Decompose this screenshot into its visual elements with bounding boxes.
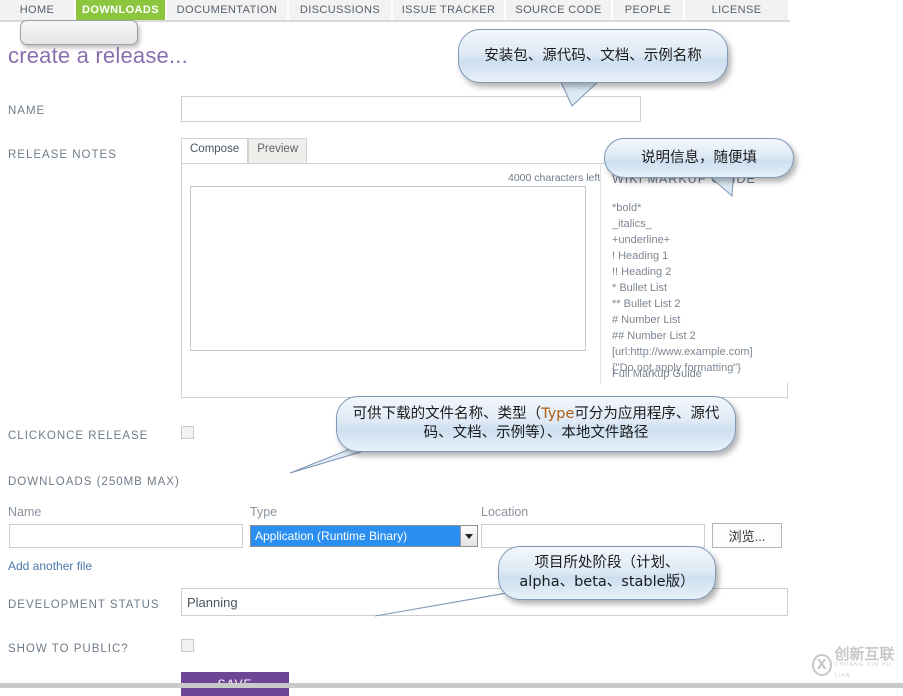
name-label: NAME (8, 105, 46, 117)
tab-preview-label: Preview (257, 143, 299, 155)
page-title: create a release... (8, 43, 188, 68)
nav-tab-label: LICENSE (711, 4, 762, 16)
callout-notes: 说明信息，随便填 (604, 138, 794, 178)
tab-compose[interactable]: Compose (181, 138, 249, 163)
development-status-label: DEVELOPMENT STATUS (8, 599, 160, 611)
show-to-public-checkbox[interactable] (181, 639, 194, 652)
callout-downloads-text-part1: 可供下载的文件名称、类型（ (352, 406, 542, 422)
nav-tab-discussions[interactable]: DISCUSSIONS (289, 0, 393, 20)
callout-status-tail (375, 592, 514, 617)
wiki-item: [url:http://www.example.com] (612, 346, 753, 358)
watermark-chinese: 创新互联 (834, 644, 895, 663)
file-location-input[interactable] (481, 524, 705, 548)
nav-tab-label: DOCUMENTATION (176, 4, 278, 16)
nav-tab-label: ISSUE TRACKER (401, 4, 496, 16)
nav-tab-source-code[interactable]: SOURCE CODE (506, 0, 613, 20)
clickonce-label: CLICKONCE RELEASE (8, 430, 149, 442)
callout-status: 项目所处阶段（计划、alpha、beta、stable版） (498, 546, 716, 600)
file-type-value: Application (Runtime Binary) (251, 526, 460, 546)
callout-downloads-text-highlight: Type (541, 406, 575, 422)
main-navigation: HOME DOWNLOADS DOCUMENTATION DISCUSSIONS… (0, 0, 790, 20)
nav-tab-label: SOURCE CODE (515, 4, 602, 16)
nav-tab-label: PEOPLE (624, 4, 672, 16)
chevron-down-icon (460, 526, 477, 546)
nav-tab-home[interactable]: HOME (0, 0, 76, 20)
browse-button-label: 浏览... (728, 529, 766, 544)
watermark-text: 创新互联 CHUANG XIN HU LIAN (834, 644, 900, 682)
tab-preview[interactable]: Preview (248, 138, 308, 163)
release-notes-label: RELEASE NOTES (8, 149, 117, 161)
callout-name: 安装包、源代码、文档、示例名称 (458, 29, 728, 83)
file-type-select[interactable]: Application (Runtime Binary) (250, 525, 478, 547)
nav-tab-license[interactable]: LICENSE (685, 0, 788, 20)
bottom-bar (0, 683, 903, 688)
callout-name-tail (560, 80, 601, 107)
wiki-item: +underline+ (612, 234, 671, 246)
wiki-item: !! Heading 2 (612, 266, 672, 278)
wiki-item: ## Number List 2 (612, 330, 696, 342)
nav-tab-documentation[interactable]: DOCUMENTATION (167, 0, 289, 20)
add-another-file-link[interactable]: Add another file (8, 559, 92, 573)
callout-downloads-text: 可供下载的文件名称、类型（Type可分为应用程序、源代码、文档、示例等）、本地文… (351, 405, 721, 443)
watermark-x-icon: X (812, 654, 832, 676)
wiki-item: *bold* (612, 202, 642, 214)
tab-compose-label: Compose (190, 143, 240, 155)
nav-tab-downloads[interactable]: DOWNLOADS (76, 0, 167, 20)
development-status-value: Planning (187, 594, 238, 610)
wiki-item: # Number List (612, 314, 681, 326)
release-notes-textarea[interactable] (190, 186, 586, 351)
wiki-markup-list: *bold* _italics_ +underline+ ! Heading 1… (612, 200, 753, 376)
watermark-logo: X 创新互联 CHUANG XIN HU LIAN (812, 644, 900, 682)
notes-tabstrip: Compose Preview (181, 138, 308, 163)
column-header-name: Name (8, 505, 42, 519)
wiki-item: ** Bullet List 2 (612, 298, 681, 310)
browse-button[interactable]: 浏览... (712, 523, 782, 548)
annotation-shape-empty (20, 20, 138, 45)
column-header-location: Location (481, 505, 529, 519)
nav-tab-label: HOME (19, 4, 55, 16)
character-count: 4000 characters left (508, 172, 601, 184)
nav-tab-people[interactable]: PEOPLE (613, 0, 685, 20)
file-name-input[interactable] (9, 524, 243, 548)
nav-tab-label: DOWNLOADS (82, 4, 159, 16)
wiki-item: _italics_ (612, 218, 652, 230)
watermark-pinyin: CHUANG XIN HU LIAN (834, 661, 892, 679)
callout-downloads: 可供下载的文件名称、类型（Type可分为应用程序、源代码、文档、示例等）、本地文… (336, 396, 736, 452)
wiki-item: * Bullet List (612, 282, 668, 294)
full-markup-guide-link[interactable]: Full Markup Guide (612, 368, 702, 380)
downloads-label: DOWNLOADS (250MB MAX) (8, 476, 180, 488)
column-header-type: Type (250, 505, 278, 519)
wiki-item: ! Heading 1 (612, 250, 669, 262)
show-to-public-label: SHOW TO PUBLIC? (8, 643, 129, 655)
clickonce-checkbox[interactable] (181, 426, 194, 439)
nav-tab-label: DISCUSSIONS (299, 4, 381, 16)
nav-tab-issue-tracker[interactable]: ISSUE TRACKER (393, 0, 506, 20)
